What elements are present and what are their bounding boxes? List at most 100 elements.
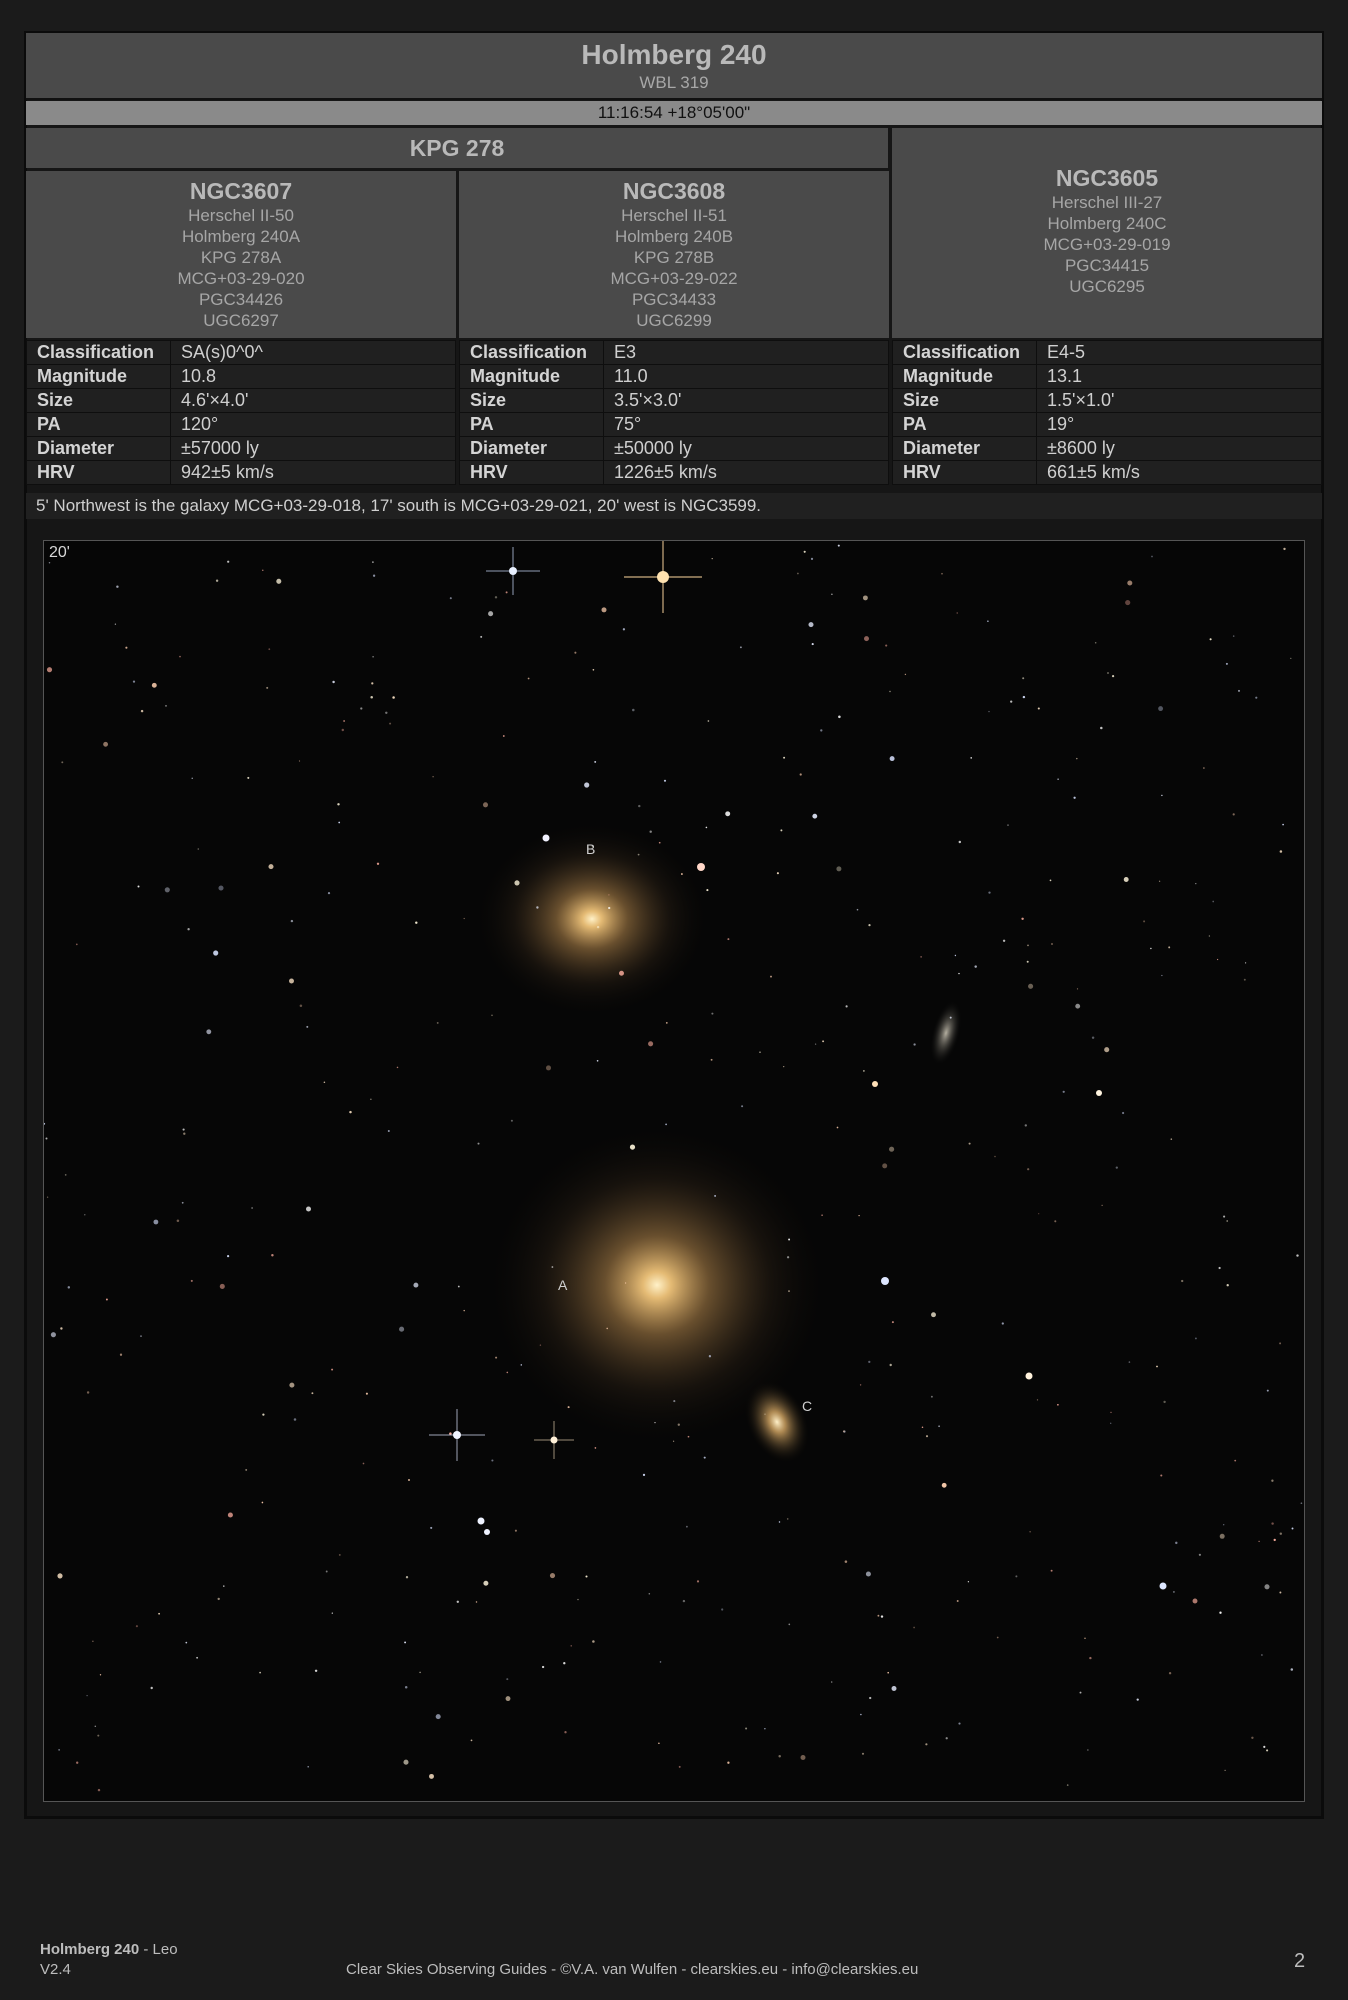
star xyxy=(1195,882,1197,885)
star xyxy=(219,1283,225,1289)
star xyxy=(889,756,895,762)
star xyxy=(1027,944,1029,947)
star xyxy=(601,607,607,613)
star xyxy=(539,1344,542,1346)
star xyxy=(1161,974,1163,977)
star xyxy=(1225,662,1228,665)
star xyxy=(891,1321,894,1324)
star xyxy=(696,1580,700,1583)
star xyxy=(99,1674,102,1676)
star xyxy=(1255,696,1258,699)
star xyxy=(1219,1533,1225,1539)
star xyxy=(1150,947,1152,950)
star xyxy=(1244,962,1247,964)
star xyxy=(1158,880,1161,882)
star xyxy=(861,1752,865,1755)
star xyxy=(567,1406,570,1409)
star xyxy=(788,1290,790,1293)
star xyxy=(48,562,51,564)
star xyxy=(1066,1784,1069,1786)
star xyxy=(105,1298,108,1301)
star xyxy=(376,862,380,865)
star xyxy=(1115,1166,1118,1169)
star xyxy=(50,1332,56,1338)
star xyxy=(622,628,626,631)
object-alias: MCG+03-29-022 xyxy=(610,269,738,288)
star xyxy=(619,970,624,976)
object-alias: KPG 278A xyxy=(200,248,282,267)
table-row: Diameter ±57000 ly xyxy=(26,436,456,461)
star xyxy=(788,1623,791,1626)
star xyxy=(727,1761,730,1764)
star xyxy=(624,1282,627,1284)
object-name: NGC3605 xyxy=(1055,165,1159,191)
prop-key: Magnitude xyxy=(26,364,171,389)
star xyxy=(293,1418,297,1421)
star xyxy=(1282,823,1284,826)
star xyxy=(396,1066,399,1069)
star xyxy=(727,938,730,941)
star xyxy=(1226,1284,1229,1287)
label-a: A xyxy=(558,1277,568,1293)
star xyxy=(629,1144,636,1150)
star xyxy=(1101,1204,1103,1206)
prop-value: 19° xyxy=(1036,412,1322,437)
star xyxy=(314,1669,318,1673)
star xyxy=(1300,1502,1303,1505)
star xyxy=(797,572,799,575)
props-table-ngc3605: Classification E4-5 Magnitude 13.1 Size 1.5… xyxy=(892,340,1322,485)
star xyxy=(463,1309,465,1312)
star xyxy=(187,928,190,931)
star xyxy=(856,908,859,911)
star xyxy=(925,1743,928,1746)
star xyxy=(1198,1553,1201,1556)
observing-note: 5' Northwest is the galaxy MCG+03-29-018… xyxy=(26,493,1322,519)
star xyxy=(97,1788,101,1792)
star xyxy=(958,972,960,975)
star xyxy=(1151,555,1153,558)
star xyxy=(741,1105,744,1108)
object-card-ngc3605: NGC3605 Herschel III-27 Holmberg 240C MC… xyxy=(892,128,1322,338)
prop-key: HRV xyxy=(892,460,1037,485)
star xyxy=(869,1696,872,1700)
star xyxy=(1122,1111,1125,1115)
table-row: Classification E4-5 xyxy=(892,340,1322,365)
star xyxy=(570,1645,572,1647)
star xyxy=(1170,1138,1173,1140)
object-alias: Herschel III-27 xyxy=(1051,193,1163,212)
star xyxy=(311,1392,314,1395)
star xyxy=(677,1423,680,1426)
star xyxy=(404,1686,408,1689)
star xyxy=(1051,943,1053,945)
star xyxy=(116,585,119,588)
star xyxy=(563,1662,566,1665)
star xyxy=(289,1382,295,1388)
star xyxy=(463,917,465,920)
object-alias: UGC6297 xyxy=(203,311,279,330)
coordinates: 11:16:54 +18°05'00" xyxy=(26,101,1322,125)
star xyxy=(1057,778,1059,780)
star xyxy=(920,956,922,958)
star xyxy=(457,1285,460,1288)
sky-image: 20' B A C xyxy=(43,540,1305,1802)
star xyxy=(140,1335,142,1338)
star xyxy=(606,1327,609,1330)
star xyxy=(331,1612,333,1614)
star xyxy=(370,1098,372,1100)
table-row: Magnitude 10.8 xyxy=(26,364,456,389)
star xyxy=(510,1119,513,1122)
star xyxy=(387,1129,390,1133)
star xyxy=(405,1576,409,1579)
star xyxy=(470,1739,473,1742)
star xyxy=(536,906,539,909)
table-row: HRV 1226±5 km/s xyxy=(459,460,889,485)
star xyxy=(913,1043,916,1046)
star xyxy=(1076,988,1079,990)
star xyxy=(858,1214,860,1217)
star xyxy=(389,722,392,725)
object-alias: UGC6295 xyxy=(1069,277,1145,296)
star xyxy=(1279,1591,1282,1594)
star xyxy=(332,680,335,684)
star xyxy=(343,720,345,722)
star xyxy=(648,1592,651,1595)
